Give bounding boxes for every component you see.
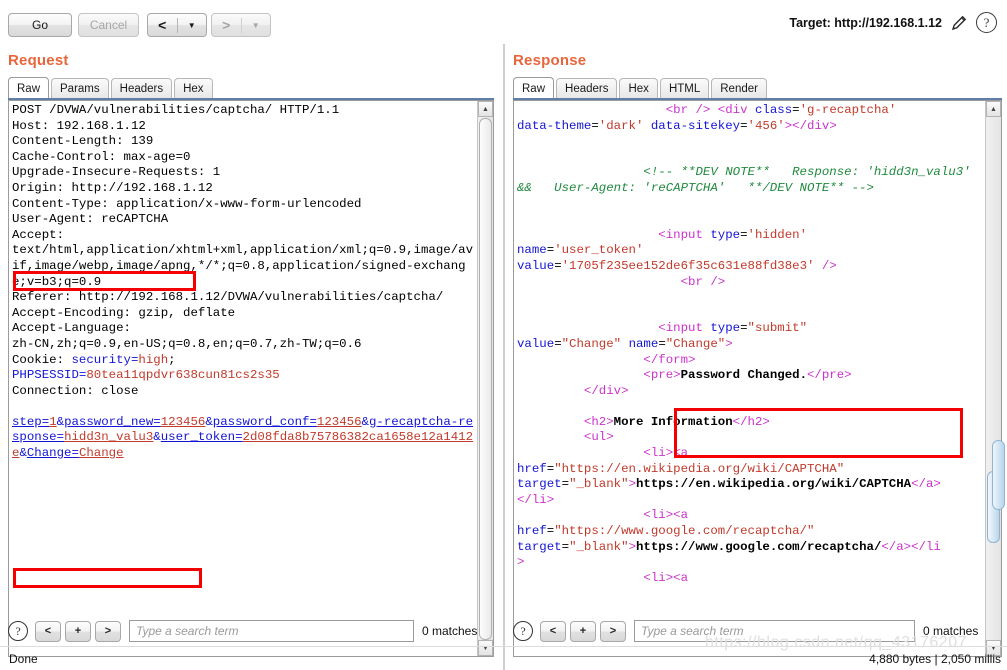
response-tab-hex[interactable]: Hex bbox=[619, 78, 658, 99]
search-next-label: > bbox=[609, 625, 617, 637]
chevron-down-icon[interactable]: ▼ bbox=[242, 21, 271, 30]
chevron-down-icon[interactable]: ▼ bbox=[178, 21, 207, 30]
top-toolbar: Go Cancel < ▼ > ▼ Target: http://192.168… bbox=[0, 0, 1007, 44]
search-add-button[interactable]: + bbox=[65, 620, 91, 642]
response-vertical-scrollbar[interactable]: ▲ ▼ bbox=[985, 101, 1001, 656]
forward-button[interactable]: > ▼ bbox=[211, 13, 271, 37]
tab-label: Hex bbox=[628, 83, 649, 95]
search-add-button[interactable]: + bbox=[570, 620, 596, 642]
search-next-label: > bbox=[104, 625, 112, 637]
tab-label: HTML bbox=[668, 83, 701, 95]
status-separator bbox=[0, 646, 1007, 647]
request-tab-hex[interactable]: Hex bbox=[174, 78, 213, 99]
response-editor[interactable]: <br /> <div class='g-recaptcha' data-the… bbox=[513, 100, 1002, 657]
response-title: Response bbox=[513, 52, 587, 69]
scrollbar-thumb[interactable] bbox=[479, 118, 492, 640]
response-match-count: 0 matches bbox=[923, 624, 979, 638]
scroll-down-icon[interactable]: ▼ bbox=[478, 640, 493, 656]
request-tab-raw[interactable]: Raw bbox=[8, 77, 50, 99]
back-button[interactable]: < ▼ bbox=[147, 13, 207, 37]
search-prev-button[interactable]: < bbox=[540, 620, 566, 642]
go-button-label: Go bbox=[31, 18, 48, 32]
chevron-left-icon: < bbox=[158, 17, 167, 33]
search-prev-label: < bbox=[549, 625, 557, 637]
response-tab-raw[interactable]: Raw bbox=[513, 77, 555, 99]
window-scrollbar-thumb[interactable] bbox=[992, 440, 1005, 510]
search-prev-button[interactable]: < bbox=[35, 620, 61, 642]
response-raw-text[interactable]: <br /> <div class='g-recaptcha' data-the… bbox=[514, 101, 985, 656]
chevron-right-icon: > bbox=[222, 17, 231, 33]
response-pane: Response Raw Headers Hex HTML Render <br /> … bbox=[505, 44, 1007, 670]
request-pane: Request Raw Params Headers Hex POST /DVWA/v… bbox=[0, 44, 503, 670]
cancel-button-label: Cancel bbox=[89, 18, 128, 32]
search-prev-label: < bbox=[44, 625, 52, 637]
tab-label: Render bbox=[720, 83, 758, 95]
response-search-input[interactable]: Type a search term bbox=[634, 620, 915, 642]
tab-label: Raw bbox=[17, 82, 41, 95]
response-search-bar: ? < + > Type a search term 0 matches bbox=[513, 619, 978, 643]
search-add-label: + bbox=[579, 625, 587, 637]
tab-label: Raw bbox=[522, 82, 546, 95]
request-tabs: Raw Params Headers Hex bbox=[8, 77, 215, 99]
tab-label: Params bbox=[60, 83, 100, 95]
tab-label: Headers bbox=[119, 83, 164, 95]
response-tab-headers[interactable]: Headers bbox=[556, 78, 618, 99]
response-search-placeholder: Type a search term bbox=[641, 624, 744, 638]
request-editor[interactable]: POST /DVWA/vulnerabilities/captcha/ HTTP… bbox=[8, 100, 494, 657]
request-tab-params[interactable]: Params bbox=[51, 78, 109, 99]
response-status: 4,880 bytes | 2,050 millis bbox=[869, 652, 1001, 666]
help-icon-glyph: ? bbox=[983, 14, 990, 30]
search-next-button[interactable]: > bbox=[95, 620, 121, 642]
request-vertical-scrollbar[interactable]: ▲ ▼ bbox=[477, 101, 493, 656]
search-help-glyph: ? bbox=[15, 623, 21, 638]
tab-label: Hex bbox=[183, 83, 204, 95]
help-icon[interactable]: ? bbox=[976, 12, 997, 33]
search-add-label: + bbox=[74, 625, 82, 637]
request-tab-headers[interactable]: Headers bbox=[110, 78, 173, 99]
request-raw-text[interactable]: POST /DVWA/vulnerabilities/captcha/ HTTP… bbox=[9, 101, 477, 656]
request-match-count: 0 matches bbox=[422, 624, 478, 638]
search-next-button[interactable]: > bbox=[600, 620, 626, 642]
response-tabs: Raw Headers Hex HTML Render bbox=[513, 77, 769, 99]
request-search-bar: ? < + > Type a search term 0 matches bbox=[8, 619, 477, 643]
pencil-icon[interactable] bbox=[949, 13, 969, 33]
search-help-icon[interactable]: ? bbox=[8, 621, 28, 641]
cancel-button[interactable]: Cancel bbox=[78, 13, 139, 37]
tab-label: Headers bbox=[565, 83, 609, 95]
target-label: Target: http://192.168.1.12 bbox=[789, 15, 942, 30]
request-search-input[interactable]: Type a search term bbox=[129, 620, 414, 642]
request-search-placeholder: Type a search term bbox=[136, 624, 239, 638]
go-button[interactable]: Go bbox=[8, 13, 72, 37]
scroll-up-icon[interactable]: ▲ bbox=[986, 101, 1001, 117]
search-help-icon[interactable]: ? bbox=[513, 621, 533, 641]
response-tab-render[interactable]: Render bbox=[711, 78, 767, 99]
search-help-glyph: ? bbox=[520, 623, 526, 638]
request-status: Done bbox=[9, 652, 38, 666]
request-title: Request bbox=[8, 52, 69, 69]
scroll-up-icon[interactable]: ▲ bbox=[478, 101, 493, 117]
response-tab-html[interactable]: HTML bbox=[659, 78, 710, 99]
target-area: Target: http://192.168.1.12 ? bbox=[789, 12, 997, 33]
